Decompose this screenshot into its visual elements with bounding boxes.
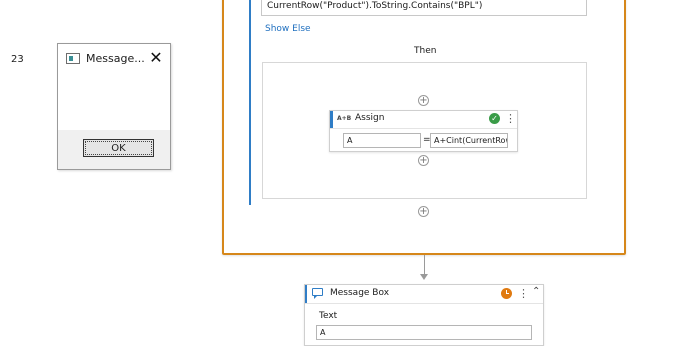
assign-title: Assign — [355, 113, 385, 123]
add-activity-middle-icon[interactable]: + — [418, 155, 429, 166]
text-label: Text — [319, 311, 338, 321]
close-icon[interactable]: ✕ — [148, 49, 164, 67]
valid-check-icon: ✓ — [489, 113, 500, 124]
message-box-title: Message Box — [330, 288, 390, 298]
collapse-icon[interactable]: ⌃ — [532, 286, 540, 297]
dialog-title: Message... — [86, 52, 145, 65]
add-activity-bottom-icon[interactable]: + — [418, 206, 429, 217]
show-else-link[interactable]: Show Else — [265, 24, 311, 34]
message-box-menu-icon[interactable]: ⋮ — [518, 288, 529, 299]
assign-accent-bar — [330, 111, 333, 128]
assign-icon: A+B — [337, 115, 352, 122]
message-box-activity[interactable]: Message Box ⋮ ⌃ Text A — [304, 284, 544, 346]
assign-activity[interactable]: A+B Assign ✓ ⋮ A = A+Cint(CurrentRow("Qu… — [329, 110, 518, 152]
dialog-message: 23 — [11, 54, 24, 65]
message-bubble-icon — [312, 288, 323, 299]
add-activity-top-icon[interactable]: + — [418, 95, 429, 106]
assign-value-field[interactable]: A+Cint(CurrentRow("Quantity")) — [430, 133, 508, 148]
text-input[interactable]: A — [316, 325, 532, 340]
ok-button[interactable]: OK — [83, 139, 154, 157]
clock-icon — [501, 288, 512, 299]
window-app-icon — [66, 53, 80, 64]
message-box-accent-bar — [305, 285, 307, 303]
dialog-body — [58, 73, 170, 130]
ok-button-label: OK — [85, 141, 152, 155]
dialog-titlebar[interactable]: Message... ✕ — [58, 44, 170, 73]
condition-expression: CurrentRow("Product").ToString.Contains(… — [267, 1, 483, 11]
condition-field[interactable]: CurrentRow("Product").ToString.Contains(… — [261, 0, 587, 16]
assign-to-field[interactable]: A — [343, 133, 421, 148]
message-box-header-divider — [305, 303, 543, 304]
flow-arrow-icon — [420, 274, 428, 280]
assign-header-divider — [330, 128, 517, 129]
then-label: Then — [414, 46, 437, 56]
selection-accent-bar — [249, 0, 251, 205]
assign-menu-icon[interactable]: ⋮ — [505, 113, 516, 124]
